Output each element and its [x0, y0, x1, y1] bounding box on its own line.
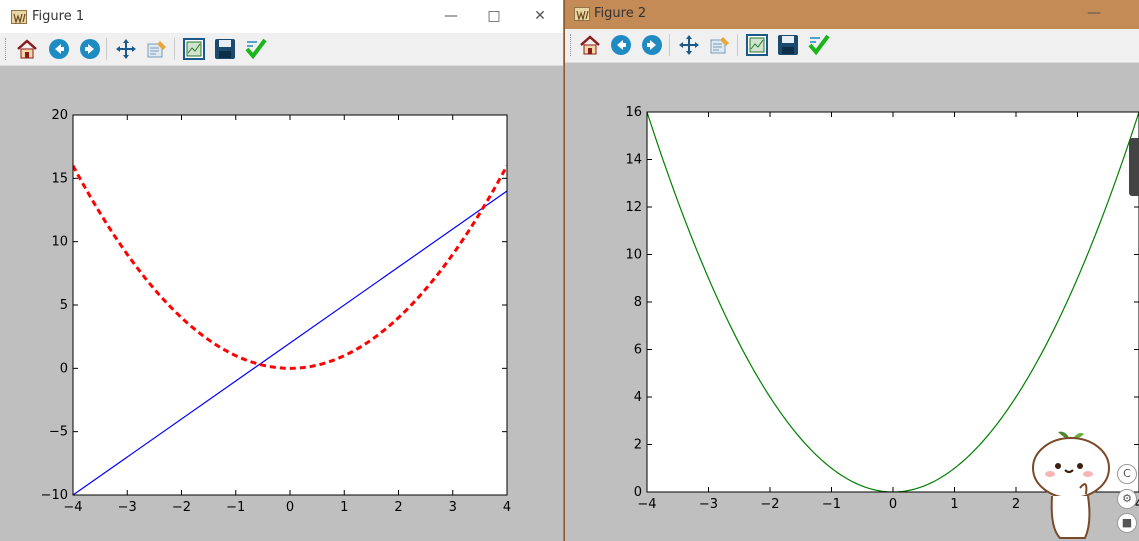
x-tick-label: −3 [699, 497, 718, 512]
y-tick-label: 10 [51, 235, 68, 250]
x-tick-label: 3 [449, 500, 457, 515]
x-tick-label: 0 [889, 497, 897, 512]
y-tick-label: 0 [634, 485, 642, 500]
y-tick-label: 8 [634, 295, 642, 310]
settings-icon[interactable]: ⚙ [1117, 489, 1137, 509]
x-tick-label: 2 [1012, 497, 1020, 512]
x-tick-label: 1 [340, 500, 348, 515]
y-tick-label: 2 [634, 438, 642, 453]
x-tick-label: 2 [394, 500, 402, 515]
y-tick-label: −5 [49, 425, 68, 440]
y-tick-label: 14 [625, 153, 642, 168]
side-widget-handle[interactable] [1129, 138, 1139, 196]
y-tick-label: 16 [625, 105, 642, 120]
figure-1-plot: −4 −3 −2 −1 0 1 2 3 4−10−505101520 [41, 108, 512, 515]
x-tick-label: 4 [503, 500, 511, 515]
figure-1-window: Figure 1 — □ ✕ −4 −3 −2 −1 0 1 2 3 4 −10… [0, 0, 564, 541]
y-tick-label: 10 [625, 248, 642, 263]
mascot-sticker [1032, 431, 1110, 539]
x-tick-label: −1 [822, 497, 841, 512]
y-tick-label: 0 [60, 361, 68, 376]
y-tick-label: 6 [634, 343, 642, 358]
y-tick-label: 5 [60, 298, 68, 313]
x-tick-label: −2 [172, 500, 191, 515]
shirt-icon[interactable]: ■ [1117, 513, 1137, 533]
x-tick-label: 1 [950, 497, 958, 512]
x-tick-label: −3 [118, 500, 137, 515]
y-tick-label: 12 [625, 200, 642, 215]
y-tick-label: 15 [51, 171, 68, 186]
y-tick-label: 4 [634, 390, 642, 405]
y-tick-label: 20 [51, 108, 68, 123]
y-tick-label: −10 [41, 488, 68, 503]
x-tick-label: −1 [226, 500, 245, 515]
x-tick-label: −2 [760, 497, 779, 512]
copyright-icon[interactable]: C [1117, 464, 1137, 484]
plot-area [73, 115, 507, 495]
x-tick-label: 0 [286, 500, 294, 515]
